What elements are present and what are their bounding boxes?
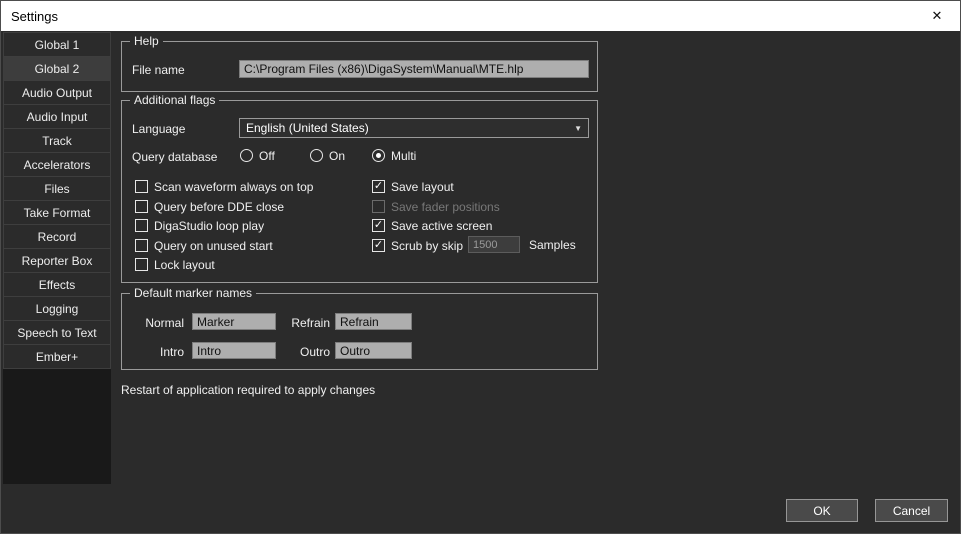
sidebar: Global 1 Global 2 Audio Output Audio Inp… (3, 32, 111, 484)
sidebar-item-logging[interactable]: Logging (3, 296, 111, 321)
checkbox-save-layout[interactable]: ✓ Save layout (372, 179, 454, 194)
checkbox-icon: ✓ (135, 239, 148, 252)
checkbox-icon: ✓ (135, 258, 148, 271)
sidebar-item-label: Logging (36, 302, 79, 316)
sidebar-item-label: Files (44, 182, 69, 196)
cancel-button[interactable]: Cancel (875, 499, 948, 522)
check-icon: ✓ (374, 181, 383, 192)
file-name-label: File name (132, 63, 185, 77)
sidebar-item-label: Accelerators (24, 158, 91, 172)
language-selected-value: English (United States) (246, 121, 369, 135)
samples-unit-label: Samples (529, 238, 576, 252)
marker-intro-label: Intro (128, 345, 184, 359)
checkbox-icon: ✓ (372, 200, 385, 213)
marker-outro-input[interactable] (335, 342, 412, 359)
checkbox-label: Lock layout (154, 258, 215, 272)
scrub-samples-input[interactable] (468, 236, 520, 253)
sidebar-item-label: Speech to Text (17, 326, 96, 340)
sidebar-item-take-format[interactable]: Take Format (3, 200, 111, 225)
radio-query-on[interactable]: On (310, 148, 345, 163)
close-button[interactable]: ✕ (914, 1, 960, 31)
checkbox-icon: ✓ (372, 239, 385, 252)
default-marker-names-group: Default marker names Normal Refrain Intr… (121, 293, 598, 370)
checkbox-label: Save active screen (391, 219, 492, 233)
sidebar-item-global-1[interactable]: Global 1 (3, 32, 111, 57)
radio-label: On (329, 149, 345, 163)
default-marker-names-label: Default marker names (130, 286, 256, 300)
marker-refrain-label: Refrain (280, 316, 330, 330)
sidebar-item-label: Reporter Box (22, 254, 93, 268)
ok-button[interactable]: OK (786, 499, 858, 522)
help-group-label: Help (130, 34, 163, 48)
marker-normal-input[interactable] (192, 313, 276, 330)
sidebar-item-label: Audio Output (22, 86, 92, 100)
checkbox-label: Save fader positions (391, 200, 500, 214)
close-icon: ✕ (932, 8, 943, 24)
check-icon: ✓ (374, 220, 383, 231)
marker-refrain-input[interactable] (335, 313, 412, 330)
sidebar-item-audio-input[interactable]: Audio Input (3, 104, 111, 129)
additional-flags-group: Additional flags Language English (Unite… (121, 100, 598, 283)
checkbox-icon: ✓ (372, 219, 385, 232)
checkbox-label: Save layout (391, 180, 454, 194)
sidebar-item-effects[interactable]: Effects (3, 272, 111, 297)
sidebar-item-files[interactable]: Files (3, 176, 111, 201)
file-name-input[interactable] (239, 60, 589, 78)
titlebar: Settings ✕ (1, 1, 960, 31)
chevron-down-icon: ▼ (574, 124, 582, 133)
checkbox-icon: ✓ (135, 180, 148, 193)
sidebar-item-label: Effects (39, 278, 75, 292)
checkbox-digastudio-loop-play[interactable]: ✓ DigaStudio loop play (135, 218, 264, 233)
radio-query-off[interactable]: Off (240, 148, 275, 163)
radio-icon (310, 149, 323, 162)
language-dropdown[interactable]: English (United States) ▼ (239, 118, 589, 138)
sidebar-item-speech-to-text[interactable]: Speech to Text (3, 320, 111, 345)
sidebar-item-audio-output[interactable]: Audio Output (3, 80, 111, 105)
radio-icon (372, 149, 385, 162)
checkbox-icon: ✓ (372, 180, 385, 193)
marker-normal-label: Normal (128, 316, 184, 330)
marker-intro-input[interactable] (192, 342, 276, 359)
sidebar-item-label: Global 1 (35, 38, 80, 52)
window-title: Settings (11, 9, 58, 24)
radio-label: Multi (391, 149, 416, 163)
checkbox-label: Query on unused start (154, 239, 273, 253)
radio-query-multi[interactable]: Multi (372, 148, 416, 163)
sidebar-item-ember[interactable]: Ember+ (3, 344, 111, 369)
query-database-label: Query database (132, 150, 217, 164)
checkbox-query-before-dde-close[interactable]: ✓ Query before DDE close (135, 199, 284, 214)
check-icon: ✓ (374, 240, 383, 251)
sidebar-item-accelerators[interactable]: Accelerators (3, 152, 111, 177)
checkbox-scan-waveform-always-on-top[interactable]: ✓ Scan waveform always on top (135, 179, 313, 194)
help-group: Help File name (121, 41, 598, 92)
checkbox-save-active-screen[interactable]: ✓ Save active screen (372, 218, 492, 233)
settings-window: Settings ✕ Global 1 Global 2 Audio Outpu… (0, 0, 961, 534)
restart-note: Restart of application required to apply… (121, 383, 375, 397)
marker-outro-label: Outro (280, 345, 330, 359)
sidebar-item-label: Track (42, 134, 72, 148)
additional-flags-group-label: Additional flags (130, 93, 219, 107)
checkbox-label: Scan waveform always on top (154, 180, 313, 194)
sidebar-item-label: Global 2 (35, 62, 80, 76)
language-label: Language (132, 122, 185, 136)
checkbox-label: Scrub by skip (391, 239, 463, 253)
sidebar-item-record[interactable]: Record (3, 224, 111, 249)
checkbox-label: Query before DDE close (154, 200, 284, 214)
checkbox-icon: ✓ (135, 219, 148, 232)
checkbox-save-fader-positions: ✓ Save fader positions (372, 199, 500, 214)
checkbox-label: DigaStudio loop play (154, 219, 264, 233)
sidebar-item-label: Audio Input (27, 110, 88, 124)
checkbox-lock-layout[interactable]: ✓ Lock layout (135, 257, 215, 272)
sidebar-item-label: Record (38, 230, 77, 244)
checkbox-scrub-by-skip[interactable]: ✓ Scrub by skip (372, 238, 463, 253)
radio-icon (240, 149, 253, 162)
sidebar-item-label: Ember+ (36, 350, 78, 364)
checkbox-query-on-unused-start[interactable]: ✓ Query on unused start (135, 238, 273, 253)
checkbox-icon: ✓ (135, 200, 148, 213)
sidebar-item-label: Take Format (24, 206, 91, 220)
sidebar-item-track[interactable]: Track (3, 128, 111, 153)
sidebar-item-global-2[interactable]: Global 2 (3, 56, 111, 81)
radio-label: Off (259, 149, 275, 163)
sidebar-item-reporter-box[interactable]: Reporter Box (3, 248, 111, 273)
